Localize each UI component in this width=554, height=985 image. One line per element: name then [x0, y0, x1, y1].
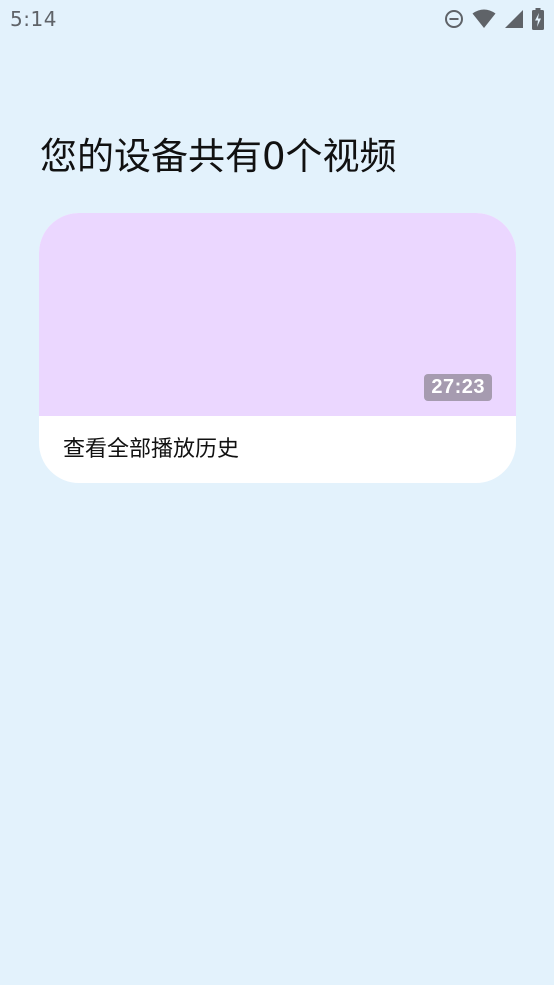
battery-charging-icon: [532, 8, 544, 30]
video-thumbnail[interactable]: 27:23: [39, 213, 516, 416]
view-all-history-label: 查看全部播放历史: [63, 437, 240, 462]
duration-badge: 27:23: [424, 374, 492, 401]
page-title: 您的设备共有0个视频: [40, 135, 397, 178]
do-not-disturb-icon: [444, 9, 464, 29]
playback-history-card[interactable]: 27:23 查看全部播放历史: [39, 213, 516, 483]
status-bar: 5:14: [0, 0, 554, 38]
status-icons: [444, 8, 544, 30]
wifi-icon: [472, 9, 496, 29]
status-time: 5:14: [10, 7, 57, 31]
signal-icon: [504, 9, 524, 29]
